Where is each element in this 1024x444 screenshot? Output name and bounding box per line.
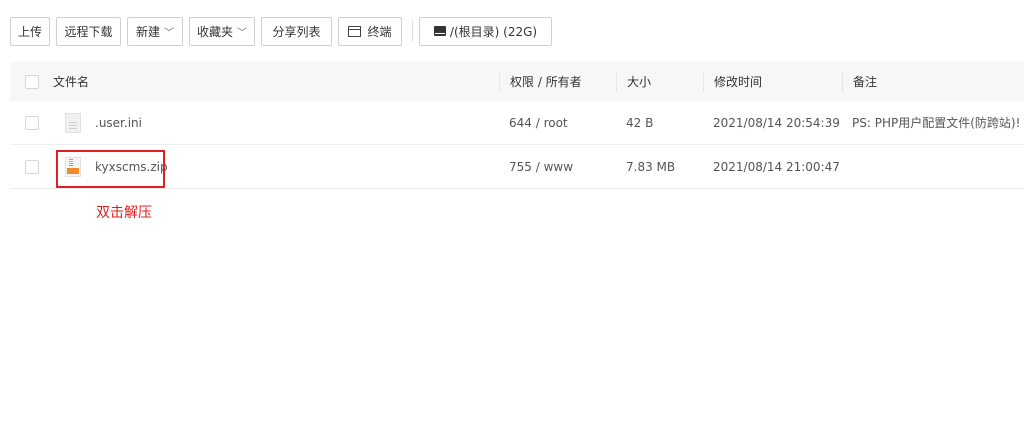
row-check-cell xyxy=(10,115,53,130)
header-modified[interactable]: 修改时间 xyxy=(703,71,842,92)
chevron-down-icon: ﹀ xyxy=(164,27,175,39)
terminal-button[interactable]: 终端 xyxy=(338,16,402,46)
select-all-checkbox[interactable] xyxy=(24,74,39,89)
header-permission[interactable]: 权限 / 所有者 xyxy=(499,71,616,92)
annotation-text: 双击解压 xyxy=(96,205,152,221)
file-size: 42 B xyxy=(626,115,654,130)
file-permission[interactable]: 755 / www xyxy=(499,160,616,174)
file-name[interactable]: .user.ini xyxy=(95,116,142,130)
upload-button[interactable]: 上传 xyxy=(10,16,50,46)
chevron-down-icon: ﹀ xyxy=(237,27,248,39)
new-dropdown-button[interactable]: 新建 ﹀ xyxy=(127,16,183,46)
file-permission[interactable]: 644 / root xyxy=(499,116,616,130)
file-note: PS: PHP用户配置文件(防跨站)! xyxy=(852,116,1021,130)
file-name-cell[interactable]: .user.ini xyxy=(53,112,499,133)
table-header: 文件名 权限 / 所有者 大小 修改时间 备注 xyxy=(10,62,1024,101)
table-row[interactable]: .user.ini 644 / root 42 B 2021/08/14 20:… xyxy=(10,101,1024,145)
remote-download-button[interactable]: 远程下载 xyxy=(56,16,121,46)
header-size[interactable]: 大小 xyxy=(616,71,703,92)
highlight-box xyxy=(56,150,165,188)
ini-file-icon xyxy=(65,112,81,133)
file-modified: 2021/08/14 20:54:39 xyxy=(713,115,840,130)
path-button[interactable]: /(根目录) (22G) xyxy=(419,16,552,46)
toolbar: 上传 远程下载 新建 ﹀ 收藏夹 ﹀ 分享列表 终端 /(根目录) (22G) xyxy=(10,16,558,46)
toolbar-divider xyxy=(412,20,413,42)
row-checkbox[interactable] xyxy=(24,159,39,174)
file-size: 7.83 MB xyxy=(626,159,676,174)
terminal-icon xyxy=(348,25,362,37)
select-all-cell xyxy=(10,74,53,89)
disk-icon xyxy=(433,26,446,36)
header-note: 备注 xyxy=(842,71,1024,92)
row-check-cell xyxy=(10,159,53,174)
row-checkbox[interactable] xyxy=(24,115,39,130)
header-name[interactable]: 文件名 xyxy=(53,73,499,90)
favorites-dropdown-button[interactable]: 收藏夹 ﹀ xyxy=(189,16,255,46)
file-modified: 2021/08/14 21:00:47 xyxy=(713,159,840,174)
share-list-button[interactable]: 分享列表 xyxy=(261,16,332,46)
